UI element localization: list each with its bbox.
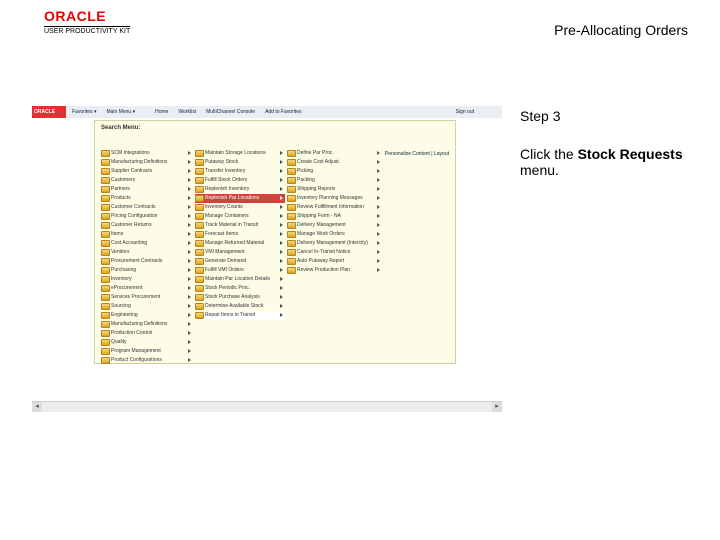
menu-item[interactable]: Customer Contracts	[101, 203, 193, 212]
menu-item[interactable]: Shipping Reports	[287, 185, 382, 194]
menu-item[interactable]: Inventory Planning Messages	[287, 194, 382, 203]
panel-title: Search Menu:	[101, 125, 140, 131]
menu-item[interactable]: Manufacturing Definitions	[101, 320, 193, 329]
menu-item[interactable]: Quality	[101, 338, 193, 347]
menu-item[interactable]: Maintain Storage Locations	[195, 149, 285, 158]
menu-item[interactable]: Putaway Stock	[195, 158, 285, 167]
menu-panel: Search Menu: Personalize Content | Layou…	[94, 120, 456, 364]
menu-item[interactable]: Products	[101, 194, 193, 203]
menu-item[interactable]: Fulfill VMI Orders	[195, 266, 285, 275]
menu-item[interactable]: Generate Demand	[195, 257, 285, 266]
menu-item[interactable]: VMI Management	[195, 248, 285, 257]
menu-item[interactable]: Maintain Par Location Details	[195, 275, 285, 284]
menu-item[interactable]: Define Par Proc.	[287, 149, 382, 158]
menu-item[interactable]: Determine Available Stock	[195, 302, 285, 311]
nav-item[interactable]: Favorites ▾	[72, 109, 96, 115]
menu-item[interactable]: Items	[101, 230, 193, 239]
menu-item[interactable]: Vendors	[101, 248, 193, 257]
menu-item[interactable]: Partners	[101, 185, 193, 194]
menu-item[interactable]: Track Material in Transit	[195, 221, 285, 230]
menu-item[interactable]: Manufacturing Definitions	[101, 158, 193, 167]
menu-item[interactable]: eProcurement	[101, 284, 193, 293]
menu-item[interactable]: Fulfill Stock Orders	[195, 176, 285, 185]
menu-col1: SCM IntegrationsManufacturing Definition…	[101, 149, 193, 365]
menu-item[interactable]: Manage Containers	[195, 212, 285, 221]
nav-signout[interactable]: Sign out	[456, 109, 474, 115]
menu-item[interactable]: Transfer Inventory	[195, 167, 285, 176]
menu-item[interactable]: Auto Putaway Report	[287, 257, 382, 266]
menu-item[interactable]: Cost Accounting	[101, 239, 193, 248]
menu-item[interactable]: Pricing Configuration	[101, 212, 193, 221]
menu-item[interactable]: Customer Returns	[101, 221, 193, 230]
top-nav: Favorites ▾ Main Menu ▾ Home Worklist Mu…	[66, 106, 502, 118]
page-title: Pre-Allocating Orders	[554, 22, 688, 38]
menu-col3: Define Par Proc.Create Cost Adjust.Picki…	[287, 149, 382, 275]
scroll-right-icon[interactable]: ▸	[492, 402, 502, 412]
app-screenshot: ORACLE Favorites ▾ Main Menu ▾ Home Work…	[32, 102, 502, 412]
menu-item[interactable]: Customers	[101, 176, 193, 185]
hscrollbar[interactable]: ◂ ▸	[32, 401, 502, 412]
menu-item[interactable]: Delivery Management (Intercity)	[287, 239, 382, 248]
nav-item[interactable]: Main Menu ▾	[106, 109, 135, 115]
menu-item[interactable]: SCM Integrations	[101, 149, 193, 158]
menu-item[interactable]: Stock Purchase Analysis	[195, 293, 285, 302]
menu-item[interactable]: Manage Returned Material	[195, 239, 285, 248]
menu-item[interactable]: Picking	[287, 167, 382, 176]
menu-item[interactable]: Engineering	[101, 311, 193, 320]
step-label: Step 3	[520, 108, 700, 124]
menu-col2: Maintain Storage LocationsPutaway StockT…	[195, 149, 285, 320]
menu-item[interactable]: Forecast Items	[195, 230, 285, 239]
instruction-text: Click the Stock Requests menu.	[520, 146, 700, 178]
menu-item[interactable]: Packing	[287, 176, 382, 185]
menu-item[interactable]: Manage Work Orders	[287, 230, 382, 239]
instr-suffix: menu.	[520, 162, 559, 178]
menu-item[interactable]: Inventory Counts	[195, 203, 285, 212]
menu-item[interactable]: Review Fulfillment Information	[287, 203, 382, 212]
menu-item[interactable]: Supplier Contracts	[101, 167, 193, 176]
instr-bold: Stock Requests	[578, 146, 683, 162]
menu-item[interactable]: Sourcing	[101, 302, 193, 311]
menu-item[interactable]: Product Configurations	[101, 356, 193, 365]
menu-item[interactable]: Create Cost Adjust.	[287, 158, 382, 167]
oracle-logo: ORACLE USER PRODUCTIVITY KIT	[44, 8, 130, 35]
instruction-panel: Step 3 Click the Stock Requests menu.	[520, 108, 700, 178]
menu-item[interactable]: Production Control	[101, 329, 193, 338]
logo-main: ORACLE	[44, 8, 130, 24]
menu-item[interactable]: Program Management	[101, 347, 193, 356]
nav-item[interactable]: Home	[155, 109, 168, 115]
menu-item[interactable]: Cancel In-Transit Notice	[287, 248, 382, 257]
menu-item[interactable]: Delivery Management	[287, 221, 382, 230]
menu-item[interactable]: Shipping Form - NA	[287, 212, 382, 221]
app-brand: ORACLE	[32, 106, 68, 118]
scroll-left-icon[interactable]: ◂	[32, 402, 42, 412]
menu-item[interactable]: Inventory	[101, 275, 193, 284]
personalize-link[interactable]: Personalize Content | Layout	[385, 151, 449, 157]
nav-item[interactable]: MultiChannel Console	[206, 109, 255, 115]
nav-item[interactable]: Worklist	[178, 109, 196, 115]
instr-prefix: Click the	[520, 146, 578, 162]
menu-item[interactable]: Review Production Plan	[287, 266, 382, 275]
menu-item[interactable]: Purchasing	[101, 266, 193, 275]
menu-item[interactable]: Replenish Par Locations	[195, 194, 285, 203]
menu-item[interactable]: Services Procurement	[101, 293, 193, 302]
logo-sub: USER PRODUCTIVITY KIT	[44, 26, 130, 35]
nav-item[interactable]: Add to Favorites	[265, 109, 301, 115]
menu-item[interactable]: Stock Periodic Proc.	[195, 284, 285, 293]
menu-item[interactable]: Procurement Contracts	[101, 257, 193, 266]
menu-item[interactable]: Replenish Inventory	[195, 185, 285, 194]
menu-item[interactable]: Repair Items in Transit	[195, 311, 285, 320]
